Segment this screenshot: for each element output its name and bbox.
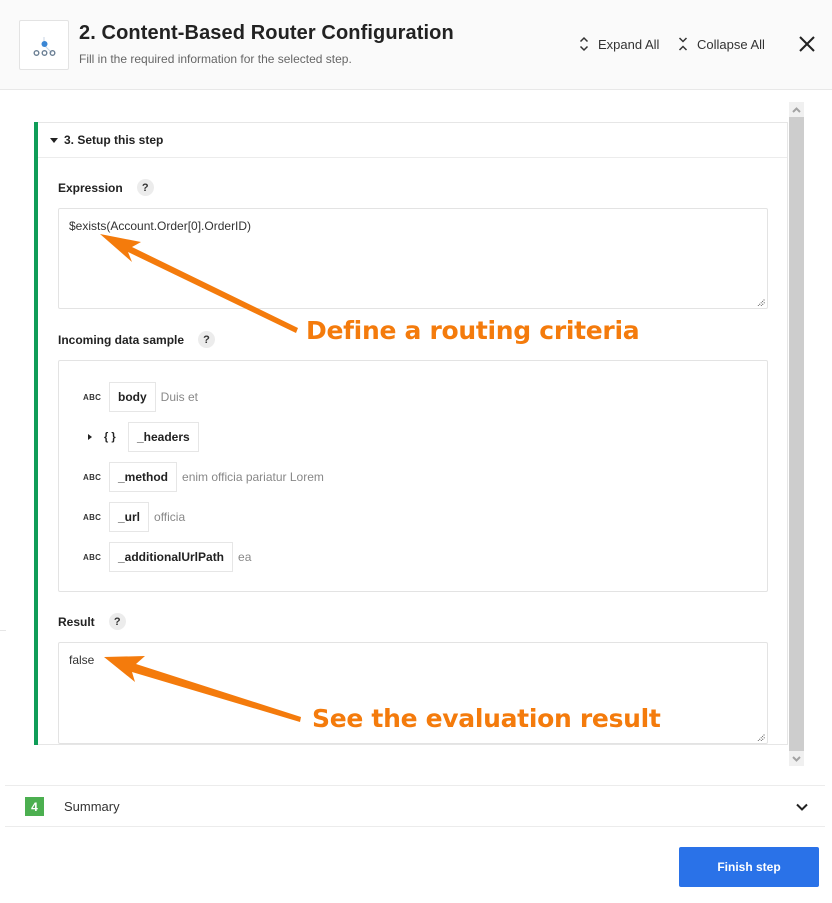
result-value: false (69, 653, 95, 667)
data-item-url: ABC _url officia (83, 502, 185, 532)
scrollbar-thumb[interactable] (789, 117, 804, 751)
active-step-indicator (34, 122, 38, 745)
dialog-title: 2. Content-Based Router Configuration (79, 22, 454, 44)
expand-all-label: Expand All (598, 36, 660, 52)
chevron-down-icon[interactable] (795, 800, 809, 814)
string-type-icon: ABC (83, 392, 102, 402)
data-key-chip[interactable]: _url (109, 502, 150, 532)
expression-input[interactable]: $exists(Account.Order[0].OrderID) (58, 208, 768, 309)
data-value: enim officia pariatur Lorem (182, 470, 324, 484)
resize-handle-icon[interactable] (757, 733, 765, 741)
dialog-header: 2. Content-Based Router Configuration Fi… (0, 0, 832, 90)
scroll-down-icon[interactable] (789, 751, 804, 766)
result-annotation: See the evaluation result (312, 704, 661, 733)
close-icon[interactable] (798, 35, 816, 53)
expand-all-button[interactable]: Expand All (578, 36, 659, 52)
data-key-chip[interactable]: body (109, 382, 156, 412)
setup-step-header[interactable]: 3. Setup this step (38, 123, 787, 158)
resize-handle-icon[interactable] (757, 298, 765, 306)
data-item-method: ABC _method enim officia pariatur Lorem (83, 462, 324, 492)
expand-caret-icon[interactable] (88, 434, 92, 440)
expression-label: Expression ? (58, 179, 154, 196)
incoming-data-help-icon[interactable]: ? (198, 331, 216, 348)
data-key-chip[interactable]: _additionalUrlPath (109, 542, 234, 572)
data-item-additional-url-path: ABC _additionalUrlPath ea (83, 542, 251, 572)
string-type-icon: ABC (83, 472, 102, 482)
router-icon (19, 20, 69, 70)
data-item-headers: { } _headers (83, 422, 199, 452)
string-type-icon: ABC (83, 512, 102, 522)
dialog-subtitle: Fill in the required information for the… (79, 52, 352, 66)
expression-value: $exists(Account.Order[0].OrderID) (69, 219, 252, 233)
step-number-badge: 4 (25, 797, 44, 816)
expression-help-icon[interactable]: ? (136, 179, 154, 196)
expression-label-text: Expression (58, 180, 123, 195)
finish-step-button[interactable]: Finish step (679, 847, 819, 887)
collapse-all-label: Collapse All (697, 36, 765, 52)
data-value: Duis et (160, 390, 199, 404)
scroll-up-icon[interactable] (789, 102, 804, 117)
collapse-icon (678, 37, 688, 51)
data-value: officia (154, 510, 186, 524)
summary-step-row[interactable]: 4 Summary (5, 785, 825, 827)
data-item-body: ABC body Duis et (83, 382, 198, 412)
expand-icon (579, 36, 589, 52)
result-label-text: Result (58, 614, 95, 629)
setup-step-title: 3. Setup this step (64, 133, 164, 147)
string-type-icon: ABC (83, 552, 102, 562)
vertical-scrollbar[interactable] (789, 102, 804, 766)
object-type-icon: { } (104, 431, 116, 443)
routing-annotation: Define a routing criteria (306, 316, 640, 345)
caret-down-icon (50, 137, 58, 143)
data-value: ea (238, 550, 252, 564)
collapse-all-button[interactable]: Collapse All (677, 36, 765, 52)
data-key-chip[interactable]: _headers (128, 422, 199, 452)
data-key-chip[interactable]: _method (109, 462, 178, 492)
incoming-data-label: Incoming data sample ? (58, 331, 216, 348)
incoming-data-sample: ABC body Duis et { } _headers ABC _metho… (58, 360, 768, 592)
incoming-data-label-text: Incoming data sample (58, 332, 185, 347)
result-help-icon[interactable]: ? (108, 613, 126, 630)
divider (0, 630, 6, 631)
summary-label: Summary (64, 799, 120, 814)
result-label: Result ? (58, 613, 126, 630)
